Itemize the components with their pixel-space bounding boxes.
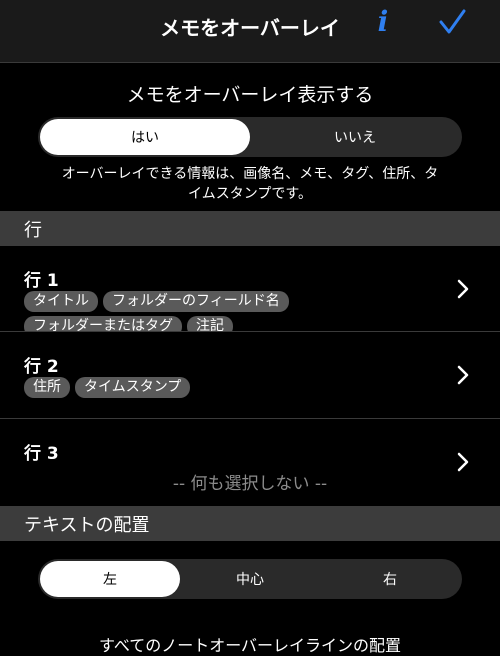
page-title: メモをオーバーレイ xyxy=(160,16,340,40)
row-label: 行 1 xyxy=(24,271,59,291)
checkmark-icon[interactable] xyxy=(436,6,468,38)
alignment-section-header: テキストの配置 xyxy=(0,506,500,541)
tag-chip: フォルダーまたはタグ xyxy=(24,316,182,331)
align-option-left[interactable]: 左 xyxy=(40,561,180,597)
no-selection-text: -- 何も選択しない -- xyxy=(172,474,328,494)
tag-chip: タイトル xyxy=(24,291,98,312)
alignment-segmented-control: 左 中心 右 xyxy=(38,559,462,599)
tag-chip: タイムスタンプ xyxy=(75,377,191,398)
lines-section-header: 行 xyxy=(0,211,500,246)
overlay-description-line-1: オーバーレイできる情報は、画像名、メモ、タグ、住所、タ xyxy=(61,166,439,182)
line-row-2[interactable]: 行 2 住所 タイムスタンプ xyxy=(0,332,500,419)
tag-chip: 注記 xyxy=(187,316,233,331)
info-icon[interactable]: i xyxy=(371,4,395,40)
overlay-description: オーバーレイできる情報は、画像名、メモ、タグ、住所、タ イムスタンプです。 xyxy=(28,164,472,204)
chevron-right-icon xyxy=(457,279,469,299)
chevron-right-icon xyxy=(457,452,469,472)
row-label: 行 3 xyxy=(24,444,59,464)
align-option-center[interactable]: 中心 xyxy=(180,561,320,597)
line-row-1[interactable]: 行 1 タイトル フォルダーのフィールド名 フォルダーまたはタグ 注記 xyxy=(0,246,500,332)
overlay-option-yes[interactable]: はい xyxy=(40,119,250,155)
align-option-right[interactable]: 右 xyxy=(320,561,460,597)
overlay-description-line-2: イムスタンプです。 xyxy=(188,186,312,202)
line-row-3[interactable]: 行 3 -- 何も選択しない -- xyxy=(0,419,500,506)
overlay-setting-title: メモをオーバーレイ表示する xyxy=(126,84,374,106)
overlay-option-no[interactable]: いいえ xyxy=(250,119,460,155)
tag-list: 住所 タイムスタンプ xyxy=(24,377,430,398)
tag-chip: フォルダーのフィールド名 xyxy=(103,291,289,312)
tag-chip: 住所 xyxy=(24,377,70,398)
alignment-description: すべてのノートオーバーレイラインの配置 xyxy=(98,636,402,655)
overlay-segmented-control: はい いいえ xyxy=(38,117,462,157)
tag-list: タイトル フォルダーのフィールド名 フォルダーまたはタグ 注記 xyxy=(24,291,430,331)
row-label: 行 2 xyxy=(24,357,59,377)
navigation-bar: メモをオーバーレイ i xyxy=(0,0,500,63)
chevron-right-icon xyxy=(457,365,469,385)
